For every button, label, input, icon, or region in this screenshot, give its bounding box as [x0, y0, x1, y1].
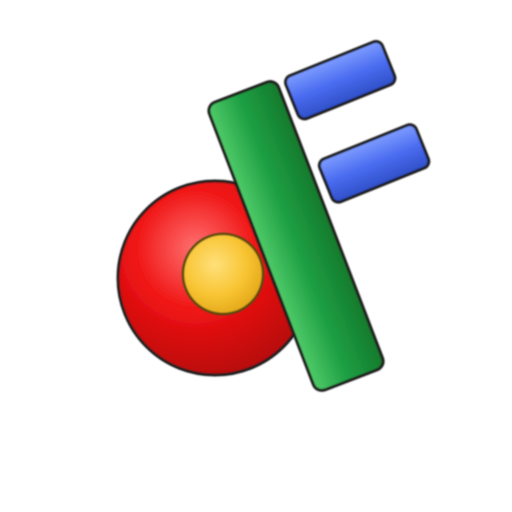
yellow-dot	[181, 232, 265, 316]
logo-canvas	[0, 0, 512, 512]
app-logo-icon	[116, 39, 431, 392]
blue-bar-top	[284, 39, 397, 121]
blue-bar-middle	[317, 123, 431, 204]
